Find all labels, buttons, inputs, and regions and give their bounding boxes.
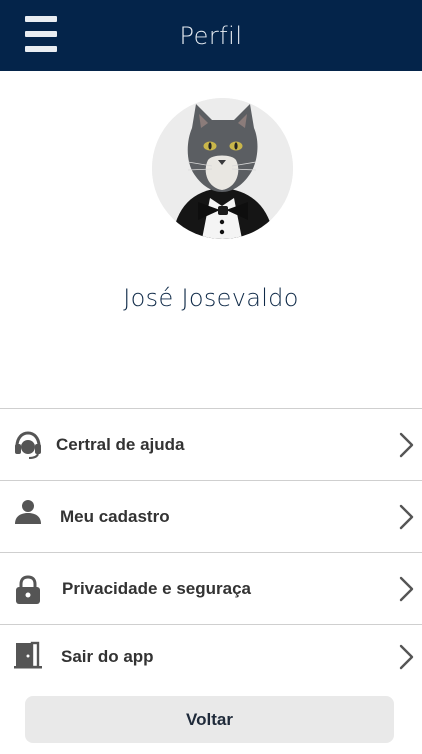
menu-item-my-registration[interactable]: Meu cadastro: [0, 480, 422, 552]
chevron-right-icon: [399, 644, 414, 669]
menu-item-label: Meu cadastro: [60, 506, 170, 526]
profile-menu-list: Certral de ajuda Meu cadastro Privacidad…: [0, 408, 422, 688]
menu-item-label: Privacidade e seguraça: [62, 578, 252, 598]
menu-item-label: Sair do app: [61, 646, 154, 666]
user-icon: [15, 500, 41, 524]
hamburger-menu-icon[interactable]: [25, 16, 57, 52]
menu-item-help-center[interactable]: Certral de ajuda: [0, 408, 422, 480]
headset-icon: [15, 431, 41, 459]
user-name: José Josevaldo: [123, 284, 299, 312]
lock-icon: [16, 575, 40, 604]
chevron-right-icon: [399, 432, 414, 457]
page-title: Perfil: [179, 21, 243, 50]
exit-door-icon: [14, 641, 42, 669]
back-button[interactable]: Voltar: [25, 696, 394, 743]
top-app-bar: Perfil: [0, 0, 422, 71]
menu-item-exit-app[interactable]: Sair do app: [0, 624, 422, 688]
menu-item-privacy-security[interactable]: Privacidade e seguraça: [0, 552, 422, 624]
avatar: [152, 98, 293, 239]
chevron-right-icon: [399, 576, 414, 601]
chevron-right-icon: [399, 504, 414, 529]
menu-item-label: Certral de ajuda: [56, 434, 185, 454]
